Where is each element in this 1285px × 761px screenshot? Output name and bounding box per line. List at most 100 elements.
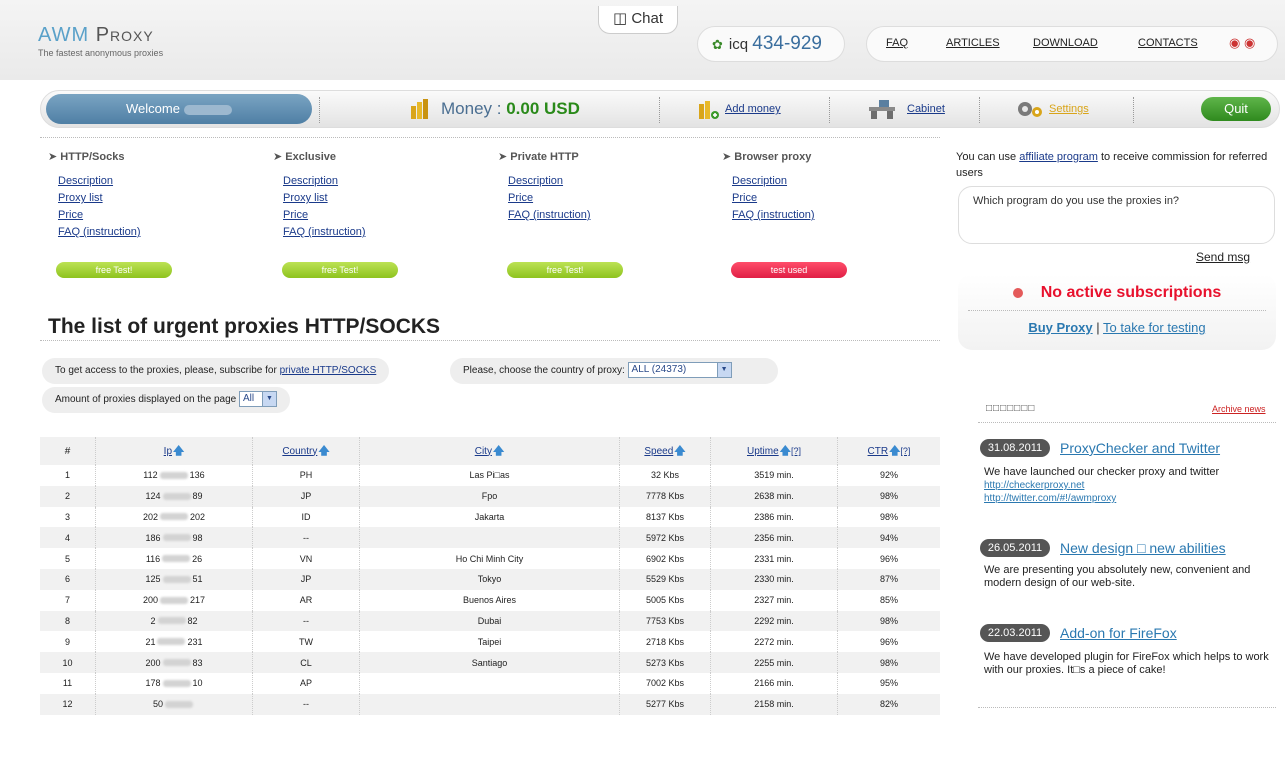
cell-ctr: 87% — [879, 574, 898, 585]
money-value: 0.00 USD — [506, 99, 580, 118]
icq-contact[interactable]: ✿ icq 434-929 — [697, 26, 845, 62]
cell-country: JP — [253, 568, 360, 590]
cell-number: 7 — [40, 589, 96, 611]
settings-link[interactable]: Settings — [1049, 103, 1089, 115]
divider — [978, 707, 1276, 708]
free-test-button[interactable]: free Test! — [507, 262, 623, 278]
cell-ctr: 92% — [879, 470, 898, 481]
product-link-description[interactable]: Description — [283, 175, 488, 187]
col-header-ctr[interactable]: CTR 🡅 [?] — [838, 437, 940, 465]
nav-contacts[interactable]: CONTACTS — [1138, 37, 1198, 49]
product-link-price[interactable]: Price — [508, 192, 713, 204]
ip-blurred — [160, 596, 188, 604]
logo-main: AWM — [38, 24, 90, 46]
sort-up-icon: 🡅 — [889, 444, 901, 457]
private-http-socks-link[interactable]: private HTTP/SOCKS — [280, 365, 377, 376]
add-money-link[interactable]: Add money — [725, 103, 781, 115]
cell-speed: 7753 Kbs — [620, 610, 711, 632]
icq-flower-icon: ✿ — [712, 37, 723, 52]
no-subscriptions-status: No active subscriptions — [958, 284, 1276, 302]
product-link-faq[interactable]: FAQ (instruction) — [732, 209, 937, 221]
product-link-price[interactable]: Price — [283, 209, 488, 221]
ip-blurred — [162, 575, 191, 583]
welcome-bar: Welcome Money : 0.00 USD Add money Cabin… — [40, 90, 1280, 128]
amount-filter: Amount of proxies displayed on the page … — [42, 387, 291, 413]
cell-ip: 200 83 — [96, 652, 253, 673]
access-notice: To get access to the proxies, please, su… — [42, 358, 390, 384]
table-row: 3 202 202 ID Jakarta 8137 Kbs 2386 min. 98% — [40, 506, 940, 528]
ip-blurred — [162, 492, 191, 500]
site-logo[interactable]: AWM Proxy The fastest anonymous proxies — [38, 24, 163, 58]
col-header-uptime[interactable]: Uptime 🡅 [?] — [711, 437, 838, 465]
cabinet-link[interactable]: Cabinet — [907, 103, 945, 115]
money-display: Money : 0.00 USD — [441, 99, 580, 119]
cell-speed: 5005 Kbs — [620, 589, 711, 611]
col-header-speed[interactable]: Speed 🡅 — [620, 437, 711, 465]
chat-button[interactable]: ◫ Chat — [598, 6, 678, 34]
take-testing-link[interactable]: To take for testing — [1103, 320, 1206, 335]
help-link[interactable]: [?] — [791, 446, 801, 456]
cell-uptime: 2330 min. — [711, 568, 838, 590]
product-link-faq[interactable]: FAQ (instruction) — [58, 226, 263, 238]
divider — [829, 97, 830, 123]
country-filter: Please, choose the country of proxy: ALL… — [450, 358, 778, 384]
affiliate-program-link[interactable]: affiliate program — [1019, 151, 1098, 163]
amount-select[interactable]: All ▼ — [239, 391, 278, 408]
language-flags-icon[interactable]: ◉ ◉ — [1229, 35, 1255, 51]
news-title-link[interactable]: New design □ new abilities — [1060, 540, 1226, 556]
sort-up-icon: 🡅 — [674, 444, 686, 457]
send-msg-link[interactable]: Send msg — [1196, 250, 1250, 264]
buy-proxy-link[interactable]: Buy Proxy — [1028, 320, 1092, 335]
cell-country: ID — [253, 506, 360, 528]
twitter-link[interactable]: http://twitter.com/#!/awmproxy — [984, 493, 1116, 504]
news-title-link[interactable]: ProxyChecker and Twitter — [1060, 440, 1220, 456]
money-label: Money : — [441, 99, 502, 118]
cell-ctr: 98% — [879, 615, 898, 626]
free-test-button[interactable]: free Test! — [56, 262, 172, 278]
top-header: AWM Proxy The fastest anonymous proxies … — [0, 0, 1285, 80]
cell-speed: 2718 Kbs — [620, 631, 711, 653]
cell-number: 10 — [40, 652, 96, 673]
nav-download[interactable]: DOWNLOAD — [1033, 37, 1098, 49]
cell-speed: 32 Kbs — [620, 465, 711, 486]
product-link-description[interactable]: Description — [508, 175, 713, 187]
country-select[interactable]: ALL (24373) ▼ — [627, 362, 732, 379]
nav-faq[interactable]: FAQ — [886, 37, 908, 49]
error-x-icon — [1012, 287, 1023, 298]
icq-number: 434-929 — [752, 33, 822, 54]
cell-ctr: 98% — [879, 491, 898, 502]
product-link-price[interactable]: Price — [58, 209, 263, 221]
free-test-button[interactable]: free Test! — [282, 262, 398, 278]
cell-country: CL — [253, 652, 360, 673]
cell-ip: 125 51 — [96, 568, 253, 590]
news-title-link[interactable]: Add-on for FireFox — [1060, 625, 1177, 641]
cell-uptime: 2292 min. — [711, 610, 838, 632]
product-column-private-http: ➤ Private HTTP Description Price FAQ (in… — [498, 150, 713, 226]
table-row: 8 2 82 -- Dubai 7753 Kbs 2292 min. 98% — [40, 610, 940, 632]
nav-articles[interactable]: ARTICLES — [946, 37, 1000, 49]
product-link-faq[interactable]: FAQ (instruction) — [283, 226, 488, 238]
divider — [978, 422, 1276, 423]
archive-news-link[interactable]: Archive news — [1212, 404, 1266, 414]
col-header-country[interactable]: Country 🡅 — [253, 437, 360, 465]
news-header: □□□□□□□ — [986, 403, 1036, 414]
quit-button[interactable]: Quit — [1201, 97, 1271, 121]
product-link-price[interactable]: Price — [732, 192, 937, 204]
chevron-down-icon: ▼ — [262, 392, 277, 407]
col-header-city[interactable]: City 🡅 — [360, 437, 620, 465]
cell-speed: 5273 Kbs — [620, 652, 711, 673]
product-link-description[interactable]: Description — [732, 175, 937, 187]
product-link-proxy-list[interactable]: Proxy list — [58, 192, 263, 204]
cell-country: PH — [253, 465, 360, 486]
message-input[interactable]: Which program do you use the proxies in? — [958, 186, 1275, 244]
cell-country: -- — [253, 610, 360, 632]
affiliate-text: You can use affiliate program to receive… — [956, 151, 1268, 179]
product-link-description[interactable]: Description — [58, 175, 263, 187]
col-header-ip[interactable]: Ip 🡅 — [96, 437, 253, 465]
product-link-faq[interactable]: FAQ (instruction) — [508, 209, 713, 221]
news-date: 22.03.2011 — [980, 624, 1050, 642]
product-link-proxy-list[interactable]: Proxy list — [283, 192, 488, 204]
checkerproxy-link[interactable]: http://checkerproxy.net — [984, 480, 1084, 491]
help-link[interactable]: [?] — [900, 446, 910, 456]
ip-blurred — [162, 555, 191, 563]
